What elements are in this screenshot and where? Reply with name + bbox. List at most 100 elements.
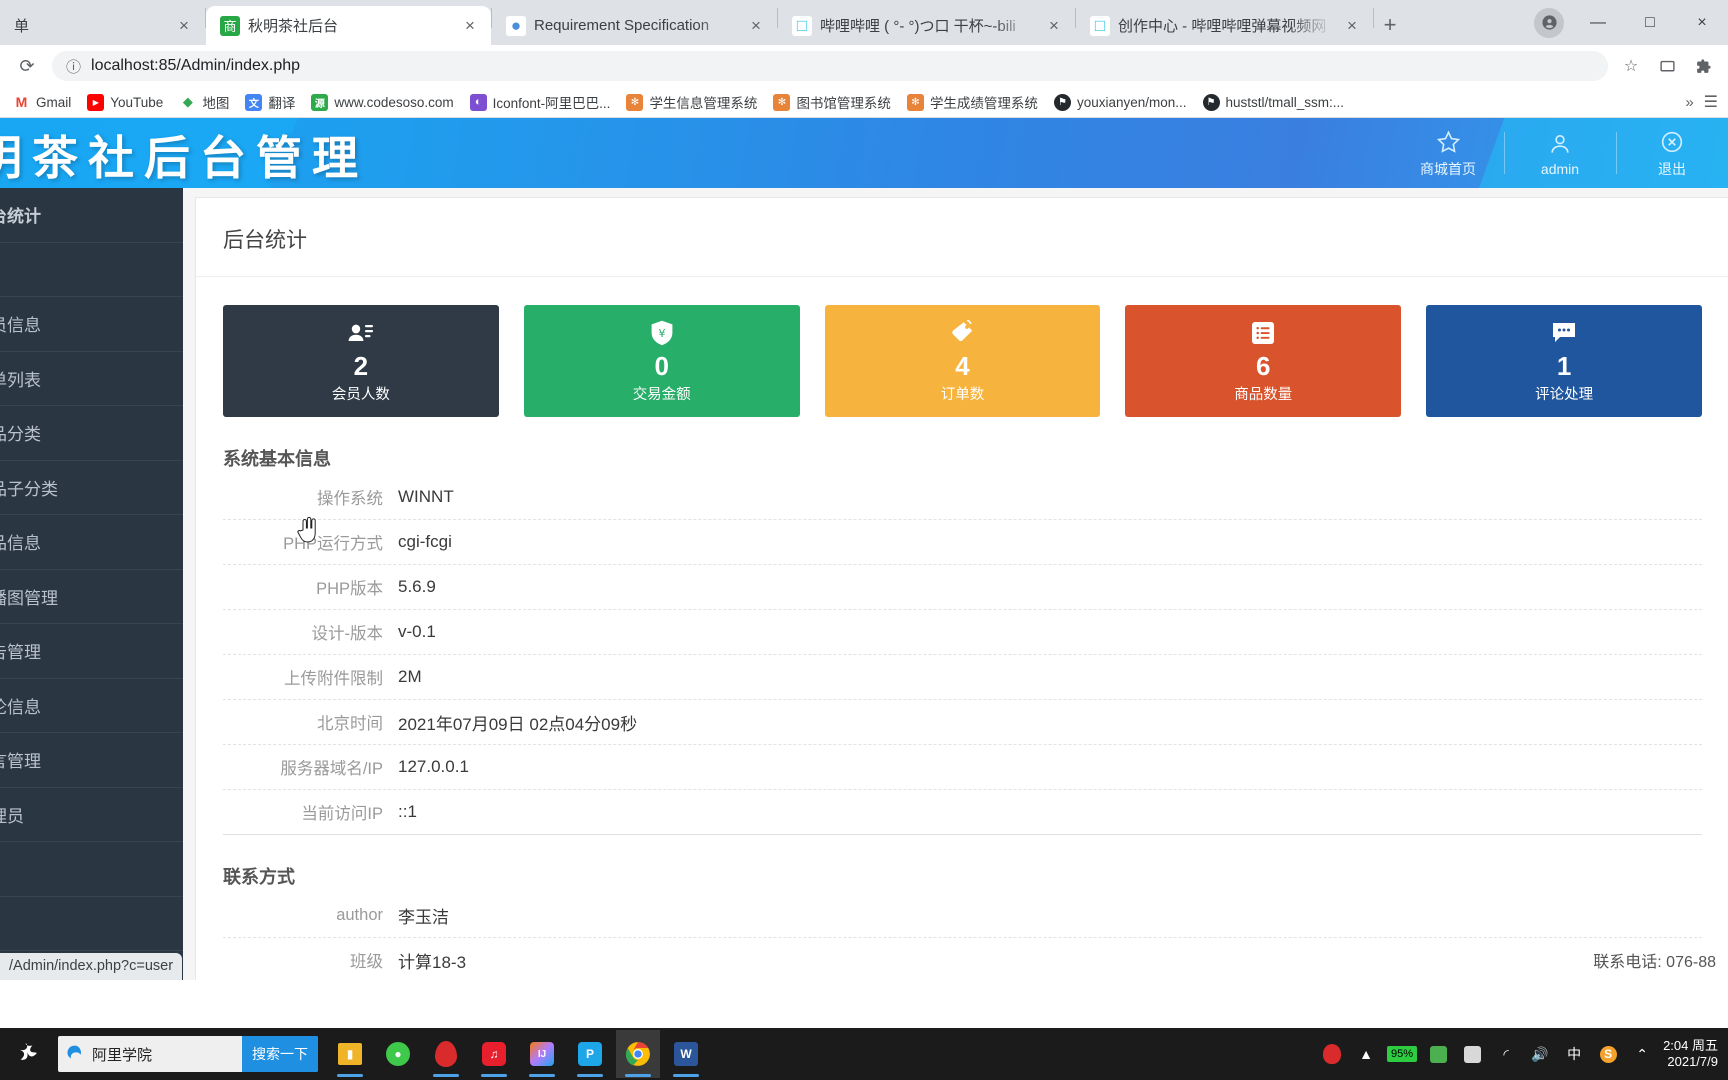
sidebar-item-products[interactable]: 商品信息 [0, 515, 183, 570]
taskbar-app-word[interactable]: W [664, 1030, 708, 1078]
taskbar-app-wechat[interactable]: ● [376, 1030, 420, 1078]
sidebar-item-orders[interactable]: 订单列表 [0, 352, 183, 406]
browser-tab[interactable]: □ 哔哩哔哩 ( °- °)つ口 干杯~-bili × [778, 6, 1075, 45]
reading-list-icon[interactable]: ☰ [1704, 92, 1718, 112]
tray-app-red-icon[interactable] [1319, 1044, 1345, 1064]
start-button-icon[interactable] [0, 1028, 52, 1080]
window-close-button[interactable]: × [1676, 0, 1728, 45]
bookmark-item[interactable]: ⚑ youxianyen/mon... [1047, 91, 1194, 114]
chrome-icon [625, 1042, 650, 1066]
bookmark-item[interactable]: ◆ 地图 [172, 89, 236, 115]
info-key: PHP运行方式 [283, 535, 383, 553]
tab-close-icon[interactable]: × [173, 15, 195, 37]
stat-card-members[interactable]: 2 会员人数 [223, 305, 499, 417]
footer-contact-phone: 联系电话: 076-88 [1593, 954, 1716, 971]
sidebar-item-subcategories[interactable]: 商品子分类 [0, 461, 183, 515]
ime-language-indicator[interactable]: 中 [1561, 1044, 1587, 1064]
tab-close-icon[interactable]: × [1043, 15, 1065, 37]
tray-chevron-up-icon[interactable]: ▲ [1353, 1046, 1379, 1062]
browser-tab[interactable]: □ 创作中心 - 哔哩哔哩弹幕视频网 × [1076, 6, 1373, 45]
info-key: 上传附件限制 [284, 670, 383, 688]
volume-icon[interactable]: 🔊 [1527, 1046, 1553, 1063]
taskbar-app-chrome[interactable] [616, 1030, 660, 1078]
bookmark-item[interactable]: ⚑ huststl/tmall_ssm:... [1196, 91, 1352, 114]
new-tab-button[interactable]: + [1374, 9, 1406, 41]
maps-icon: ◆ [182, 94, 193, 109]
sidebar-item-messages[interactable]: 留言管理 [0, 733, 183, 788]
profile-avatar-icon[interactable] [1534, 7, 1564, 38]
bookmark-star-icon[interactable]: ☆ [1616, 51, 1646, 81]
stat-card-comments[interactable]: 1 评论处理 [1426, 305, 1702, 417]
bookmarks-bar: M Gmail ▶ YouTube ◆ 地图 文翻译 源 www.codesoso.co… [0, 87, 1728, 118]
tab-close-icon[interactable]: × [459, 15, 481, 37]
bookmark-item[interactable]: 文翻译 [238, 89, 302, 115]
tray-app-grey-icon[interactable] [1459, 1045, 1485, 1063]
window-maximize-button[interactable]: □ [1624, 0, 1676, 45]
stat-label: 交易金额 [632, 386, 691, 403]
sidebar-item-categories[interactable]: 商品分类 [0, 406, 183, 461]
github-icon: ⚑ [1053, 93, 1071, 111]
tray-overflow-icon[interactable]: ⌃ [1629, 1046, 1655, 1063]
stat-card-orders[interactable]: 4 订单数 [824, 305, 1101, 417]
stat-card-product-count[interactable]: 6 商品数量 [1125, 305, 1402, 417]
url-text: localhost:85/Admin/index.php [91, 57, 301, 74]
media-cast-icon[interactable] [1652, 51, 1682, 81]
browser-tab[interactable]: ● Requirement Specification × [492, 6, 777, 45]
taskbar-app-intellij-idea[interactable]: IJ [520, 1030, 564, 1078]
browser-tab-active[interactable]: 商 秋明茶社后台 × [206, 6, 491, 45]
tab-close-icon[interactable]: × [745, 15, 767, 37]
bookmark-item[interactable]: ✻ 学生成绩管理系统 [900, 89, 1045, 115]
sidebar-item-announcements[interactable]: 公告管理 [0, 624, 183, 679]
header-shop-home-button[interactable]: 商城首页 [1392, 118, 1504, 188]
header-account-button[interactable]: admin [1504, 118, 1616, 188]
sidebar-item-blank[interactable] [0, 897, 183, 951]
bookmark-item[interactable]: 源 www.codesoso.com [304, 91, 460, 114]
sidebar-item-dashboard[interactable]: 后台统计 [0, 188, 183, 243]
taskbar-app-pycharm[interactable]: P [568, 1030, 612, 1078]
wifi-icon[interactable]: ◜ [1493, 1046, 1519, 1063]
header-logout-button[interactable]: 退出 [1616, 118, 1728, 188]
bookmark-item[interactable]: ▶ YouTube [80, 91, 170, 114]
taskbar-search-button[interactable]: 搜索一下 [242, 1036, 318, 1072]
tray-sogou-icon[interactable]: S [1595, 1045, 1621, 1063]
sidebar-item-blank[interactable] [0, 842, 183, 897]
taskbar-search-box[interactable]: 阿里学院 搜索一下 [58, 1036, 318, 1072]
info-value: 李玉洁 [398, 907, 449, 927]
sidebar-item-blank[interactable] [0, 243, 183, 297]
page-viewport: 明茶社后台管理 商城首页 admin 退出 统计 信息 列表 分类 子分类 信息… [0, 118, 1728, 980]
stat-card-transaction-amount[interactable]: ¥ 0 交易金额 [523, 305, 800, 417]
user-icon [1545, 129, 1575, 159]
extensions-puzzle-icon[interactable] [1688, 51, 1718, 81]
info-value: 2021年07月09日 02点04分09秒 [398, 714, 638, 734]
bookmark-label: 图书馆管理系统 [796, 96, 891, 111]
reload-icon[interactable]: ⟳ [10, 49, 44, 83]
site-info-icon[interactable]: ⓘ [66, 56, 81, 77]
info-key: 设计-版本 [311, 625, 384, 643]
bookmark-item[interactable]: ✻ 学生信息管理系统 [619, 89, 764, 115]
taskbar-app-file-explorer[interactable]: ▮ [328, 1030, 372, 1078]
bookmark-item[interactable]: M Gmail [6, 91, 78, 114]
netease-music-icon: ♫ [482, 1042, 506, 1066]
address-bar[interactable]: ⓘ localhost:85/Admin/index.php [52, 51, 1608, 81]
taskbar-apps: ▮ ● ♫ IJ P W [328, 1030, 708, 1078]
taskbar-app-navicat[interactable] [424, 1030, 468, 1078]
bookmarks-overflow-chevron[interactable]: » [1685, 94, 1693, 111]
tray-app-green-icon[interactable] [1425, 1045, 1451, 1063]
browser-tab[interactable]: 单 × [0, 6, 205, 45]
bookmark-item[interactable]: ◐ Iconfont-阿里巴巴... [463, 89, 618, 115]
sidebar-item-admins[interactable]: 管理员 [0, 788, 183, 842]
tab-close-icon[interactable]: × [1341, 15, 1363, 37]
sidebar-item-comments[interactable]: 评论信息 [0, 679, 183, 733]
clock-date: 2021/7/9 [1667, 1054, 1718, 1069]
windows-taskbar: 阿里学院 搜索一下 ▮ ● ♫ IJ P W ▲ 95% ◜ 🔊 中 S ⌃ 2… [0, 1028, 1728, 1080]
window-minimize-button[interactable]: — [1572, 0, 1624, 45]
battery-indicator[interactable]: 95% [1387, 1046, 1418, 1062]
app-header: 明茶社后台管理 商城首页 admin 退出 [0, 118, 1728, 188]
bookmark-item[interactable]: ✻ 图书馆管理系统 [766, 89, 898, 115]
info-value: 2M [398, 667, 422, 686]
sidebar-item-label: 订单列表 [0, 370, 41, 390]
taskbar-clock[interactable]: 2:04 周五 2021/7/9 [1663, 1038, 1718, 1071]
taskbar-app-netease-music[interactable]: ♫ [472, 1030, 516, 1078]
sidebar-item-carousel[interactable]: 轮播图管理 [0, 570, 183, 624]
sidebar-item-members[interactable]: 会员信息 [0, 297, 183, 352]
